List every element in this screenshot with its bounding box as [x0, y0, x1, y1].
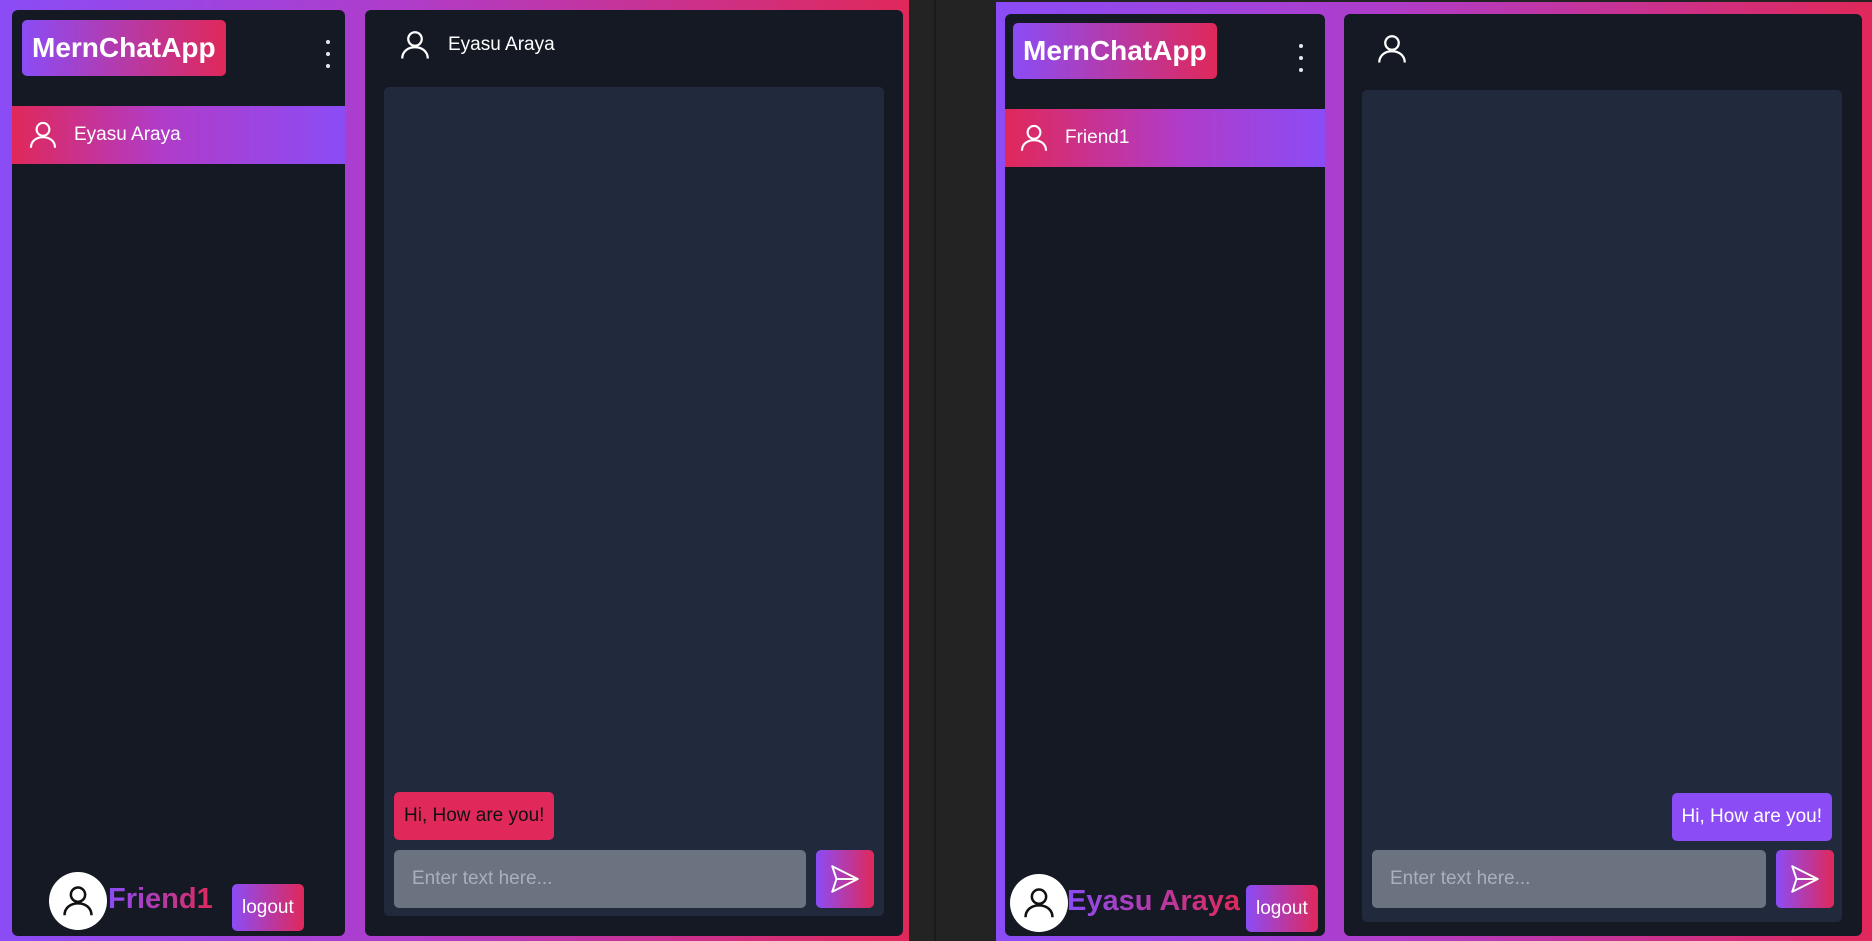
send-button[interactable] — [1776, 850, 1834, 908]
app-logo: MernChatApp — [1013, 23, 1217, 79]
messages-area: Hi, How are you! — [1362, 90, 1842, 922]
message-bubble-sent: Hi, How are you! — [1671, 793, 1832, 841]
contact-item[interactable]: Friend1 — [1005, 109, 1325, 167]
app-logo: MernChatApp — [22, 20, 226, 76]
contact-name: Friend1 — [1065, 127, 1130, 148]
message-input[interactable] — [394, 850, 806, 908]
send-button[interactable] — [816, 850, 874, 908]
avatar[interactable] — [49, 872, 107, 930]
user-icon — [63, 886, 93, 916]
current-user-name: Eyasu Araya — [1067, 885, 1241, 917]
user-icon — [1374, 31, 1410, 67]
message-input[interactable] — [1372, 850, 1766, 908]
chat-app-window-right: MernChatApp Friend1 Eyasu Araya logout H… — [996, 2, 1872, 941]
contact-name: Eyasu Araya — [74, 124, 181, 145]
window-divider — [934, 0, 936, 941]
chat-header — [1344, 14, 1862, 84]
user-icon — [1024, 888, 1054, 918]
sidebar: MernChatApp Eyasu Araya Friend1 logout — [12, 10, 345, 936]
chat-panel: Eyasu Araya Hi, How are you! — [365, 10, 903, 936]
paper-plane-icon — [1791, 865, 1819, 893]
sidebar-footer: Eyasu Araya logout — [1005, 874, 1325, 936]
kebab-menu-icon[interactable] — [318, 40, 338, 68]
chat-panel: Hi, How are you! — [1344, 14, 1862, 936]
sidebar: MernChatApp Friend1 Eyasu Araya logout — [1005, 14, 1325, 936]
paper-plane-icon — [831, 865, 859, 893]
contact-item[interactable]: Eyasu Araya — [12, 106, 345, 164]
message-bubble-received: Hi, How are you! — [394, 792, 555, 840]
user-icon — [1017, 121, 1051, 155]
current-user-name: Friend1 — [108, 883, 213, 915]
user-icon — [26, 118, 60, 152]
chat-header-name: Eyasu Araya — [448, 34, 555, 55]
logout-button[interactable]: logout — [1246, 885, 1318, 932]
kebab-menu-icon[interactable] — [1291, 44, 1311, 72]
chat-app-window-left: MernChatApp Eyasu Araya Friend1 logout E… — [0, 0, 909, 941]
avatar[interactable] — [1010, 874, 1068, 932]
messages-area: Hi, How are you! — [384, 87, 884, 916]
chat-header: Eyasu Araya — [365, 10, 903, 80]
user-icon — [397, 27, 433, 63]
sidebar-footer: Friend1 logout — [12, 872, 345, 936]
logout-button[interactable]: logout — [232, 884, 304, 931]
